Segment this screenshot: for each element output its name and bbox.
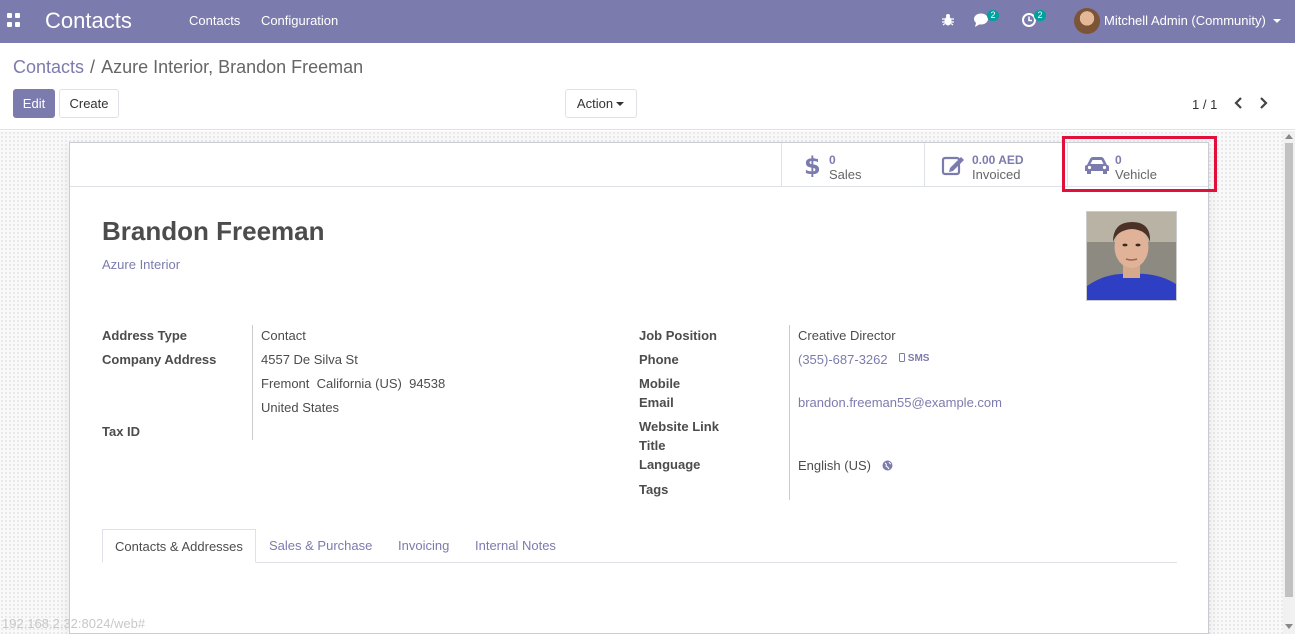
app-title[interactable]: Contacts (45, 8, 132, 34)
vertical-scrollbar[interactable] (1283, 131, 1295, 634)
country-value[interactable]: United States (261, 400, 339, 415)
action-label: Action (576, 96, 614, 111)
edit-button[interactable]: Edit (13, 89, 55, 118)
address-type-label: Address Type (102, 328, 188, 343)
breadcrumb-contacts-link[interactable]: Contacts (13, 57, 84, 77)
sales-count: 0 (829, 153, 836, 167)
action-caret-icon (616, 102, 624, 106)
email-link[interactable]: brandon.freeman55@example.com (798, 395, 1002, 410)
vehicle-button-highlight (1062, 136, 1217, 192)
email-label: Email (639, 395, 674, 410)
tags-label: Tags (639, 482, 669, 497)
breadcrumb: Contacts / Azure Interior, Brandon Freeman (13, 57, 363, 78)
language-value[interactable]: English (US) (798, 458, 871, 473)
translate-globe-icon[interactable] (882, 460, 893, 471)
left-group-divider (252, 325, 253, 440)
job-position-label: Job Position (639, 328, 717, 343)
action-dropdown-button[interactable]: Action (565, 89, 637, 118)
pager-previous-icon[interactable] (1232, 96, 1244, 110)
svg-text:$: $ (804, 153, 821, 177)
smart-button-box: $ 0 Sales 0.00 AED Invoiced 0 Vehicle (70, 143, 1208, 187)
user-menu-caret-icon[interactable] (1273, 19, 1281, 23)
right-group-divider (789, 325, 790, 500)
main-menu: Contacts Configuration (189, 13, 355, 28)
create-button[interactable]: Create (59, 89, 119, 118)
tax-id-label: Tax ID (102, 424, 141, 439)
user-avatar[interactable] (1074, 8, 1100, 34)
phone-label: Phone (639, 352, 679, 367)
user-menu-name[interactable]: Mitchell Admin (Community) (1104, 13, 1266, 28)
scroll-up-arrow-icon[interactable] (1285, 134, 1293, 139)
tab-internal-notes[interactable]: Internal Notes (475, 529, 556, 563)
partner-photo[interactable] (1086, 211, 1177, 301)
breadcrumb-current: Azure Interior, Brandon Freeman (101, 57, 364, 77)
apps-menu-icon[interactable] (7, 13, 21, 27)
mobile-phone-icon (899, 353, 905, 362)
language-label: Language (639, 457, 701, 472)
send-sms-button[interactable]: SMS (899, 353, 929, 364)
partner-name[interactable]: Brandon Freeman (102, 216, 325, 247)
partner-photo-image (1087, 212, 1176, 300)
sales-smart-button[interactable]: $ 0 Sales (781, 143, 924, 187)
website-link-label: Website Link (639, 419, 719, 434)
company-address-label: Company Address (102, 352, 217, 367)
edit-document-icon (941, 156, 964, 176)
tab-contacts-addresses[interactable]: Contacts & Addresses (102, 529, 256, 563)
tab-invoicing[interactable]: Invoicing (398, 529, 449, 563)
city-state-zip-value[interactable]: Fremont California (US) 94538 (261, 376, 445, 391)
phone-link[interactable]: (355)-687-3262 (798, 352, 888, 367)
breadcrumb-separator: / (90, 57, 96, 77)
scroll-down-arrow-icon[interactable] (1285, 624, 1293, 629)
menu-item-contacts[interactable]: Contacts (189, 13, 240, 28)
mobile-label: Mobile (639, 376, 681, 391)
messages-count-badge: 2 (987, 10, 999, 21)
control-panel: Contacts / Azure Interior, Brandon Freeman… (0, 43, 1295, 130)
job-position-value[interactable]: Creative Director (798, 328, 896, 343)
debug-bug-icon[interactable] (941, 13, 955, 27)
invoiced-amount: 0.00 AED (972, 153, 1024, 167)
top-navbar: Contacts Contacts Configuration 2 2 Mitc… (0, 0, 1295, 43)
form-sheet: $ 0 Sales 0.00 AED Invoiced 0 Vehicle Br… (69, 142, 1209, 634)
activity-count-badge: 2 (1034, 10, 1046, 21)
sales-label: Sales (829, 167, 862, 182)
pager-next-icon[interactable] (1258, 96, 1270, 110)
dollar-icon: $ (804, 153, 821, 177)
pager-value[interactable]: 1 / 1 (1192, 97, 1217, 112)
street-value[interactable]: 4557 De Silva St (261, 352, 358, 367)
scrollbar-thumb[interactable] (1285, 143, 1293, 597)
notebook-tabs: Contacts & Addresses Sales & Purchase In… (102, 529, 1177, 563)
tab-sales-purchase[interactable]: Sales & Purchase (269, 529, 372, 563)
sms-label: SMS (907, 353, 930, 364)
invoiced-smart-button[interactable]: 0.00 AED Invoiced (924, 143, 1067, 187)
address-type-value[interactable]: Contact (261, 328, 306, 343)
invoiced-label: Invoiced (972, 167, 1021, 182)
menu-item-configuration[interactable]: Configuration (261, 13, 338, 28)
status-bar-url: 192.168.2.32:8024/web# (2, 616, 146, 631)
title-label: Title (639, 438, 666, 453)
parent-company-link[interactable]: Azure Interior (102, 257, 180, 272)
